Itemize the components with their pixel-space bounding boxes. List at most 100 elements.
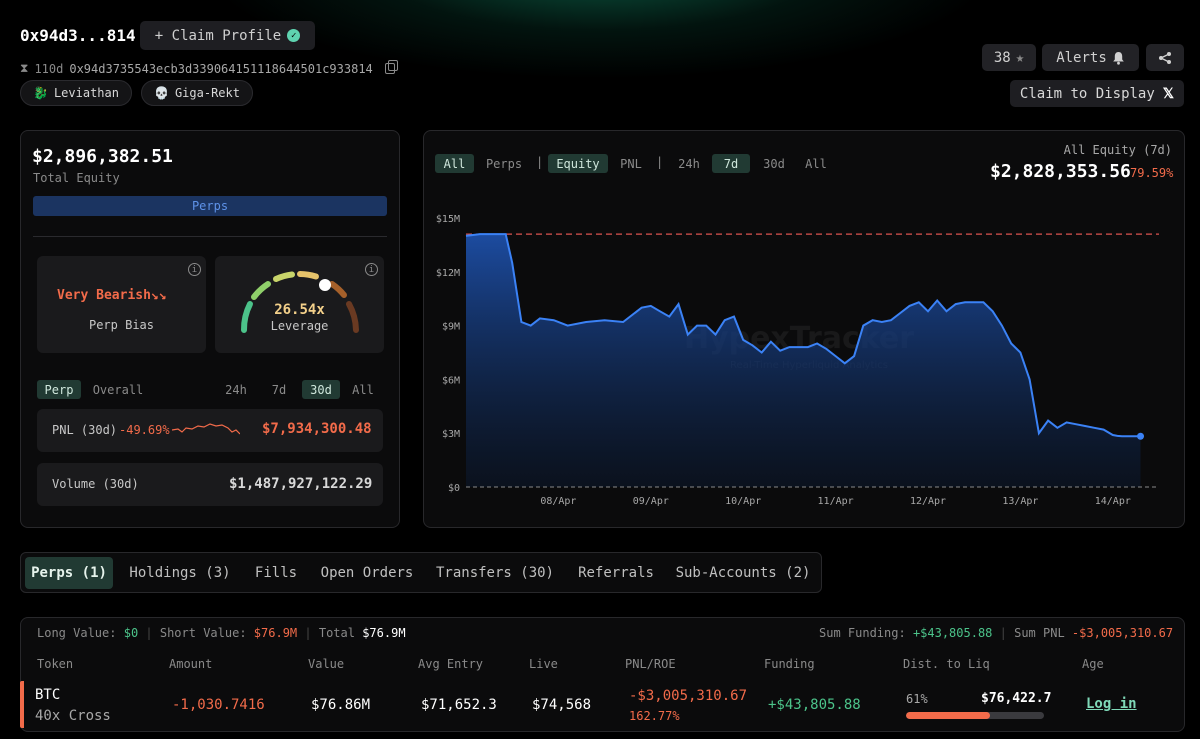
- wallet-address-full: 0x94d3735543ecb3d339064151118644501c9338…: [69, 61, 373, 76]
- equity-area: [466, 234, 1141, 487]
- pnl-label: PNL (30d): [52, 423, 118, 437]
- tab-fills[interactable]: Fills: [246, 557, 306, 589]
- tab-perps[interactable]: Perps (1): [25, 557, 113, 589]
- column-header[interactable]: Avg Entry: [418, 657, 483, 671]
- perp-bias-card: [37, 256, 206, 353]
- all-equity-label: All Equity (7d): [1063, 143, 1172, 157]
- x-tick-label: 09/Apr: [633, 496, 669, 507]
- dragon-icon: 🐉: [33, 86, 48, 100]
- tag-giga-rekt[interactable]: 💀 Giga-Rekt: [141, 80, 253, 106]
- y-tick-label: $3M: [442, 429, 460, 440]
- leverage-value: 26.54x: [274, 302, 325, 318]
- perp-bias-label: Perp Bias: [88, 318, 155, 332]
- claim-profile-label: + Claim Profile: [154, 27, 282, 44]
- verified-check-icon: ✓: [287, 29, 301, 42]
- range-tab-24h[interactable]: 24h: [221, 380, 251, 399]
- x-tick-label: 10/Apr: [725, 496, 761, 507]
- chart-filter-all[interactable]: All: [435, 154, 474, 173]
- x-tick-label: 14/Apr: [1095, 496, 1131, 507]
- scope-tab-overall[interactable]: Overall: [88, 380, 148, 399]
- scope-tab-perp[interactable]: Perp: [37, 380, 81, 399]
- claim-to-display-button[interactable]: Claim to Display 𝕏: [1010, 80, 1184, 107]
- token-symbol[interactable]: BTC: [35, 687, 60, 703]
- position-pnl: -$3,005,310.67: [629, 688, 748, 704]
- alerts-button[interactable]: Alerts: [1042, 44, 1139, 71]
- chart-filter-perps[interactable]: Perps: [482, 154, 526, 173]
- column-header[interactable]: Funding: [764, 657, 815, 671]
- star-count: 38: [993, 49, 1011, 66]
- column-header[interactable]: Dist. to Liq: [903, 657, 990, 671]
- alerts-label: Alerts: [1056, 49, 1107, 66]
- long-value-summary: Long Value: $0 | Short Value: $76.9M | T…: [37, 626, 406, 640]
- wallet-address-short: 0x94d3...814: [20, 26, 136, 45]
- tab-holdings[interactable]: Holdings (3): [122, 557, 238, 589]
- x-logo-icon: 𝕏: [1162, 85, 1175, 102]
- y-tick-label: $6M: [442, 375, 460, 386]
- tag-leviathan[interactable]: 🐉 Leviathan: [20, 80, 132, 106]
- wallet-age: 110d: [34, 61, 64, 76]
- y-tick-label: $9M: [442, 322, 460, 333]
- x-tick-label: 11/Apr: [818, 496, 854, 507]
- dist-to-liq-percent: 61%: [906, 692, 928, 706]
- x-tick-label: 08/Apr: [540, 496, 576, 507]
- volume-value: $1,487,927,122.29: [229, 476, 373, 492]
- short-position-marker: [20, 681, 24, 728]
- all-equity-percent: 79.59%: [1130, 166, 1174, 180]
- chart-range-all[interactable]: All: [801, 154, 831, 173]
- funding-pnl-summary: Sum Funding: +$43,805.88 | Sum PNL -$3,0…: [819, 626, 1174, 640]
- claim-profile-button[interactable]: + Claim Profile ✓: [140, 21, 315, 50]
- chart-filter-equity[interactable]: Equity: [548, 154, 608, 173]
- copy-icon[interactable]: [384, 60, 398, 74]
- chart-range-24h[interactable]: 24h: [674, 154, 704, 173]
- position-funding: +$43,805.88: [768, 697, 861, 713]
- tab-open-orders[interactable]: Open Orders: [313, 557, 421, 589]
- column-header[interactable]: Token: [37, 657, 73, 671]
- chart-range-7d[interactable]: 7d: [712, 154, 750, 173]
- info-icon[interactable]: i: [188, 263, 201, 276]
- claim-display-label: Claim to Display: [1019, 85, 1155, 102]
- column-header[interactable]: Live: [529, 657, 558, 671]
- position-amount: -1,030.7416: [172, 697, 265, 713]
- avg-entry: $71,652.3: [421, 697, 497, 713]
- volume-label: Volume (30d): [52, 477, 139, 491]
- chart-range-30d[interactable]: 30d: [757, 154, 791, 173]
- total-equity-label: Total Equity: [33, 171, 120, 185]
- pnl-sparkline: [172, 423, 240, 435]
- age-login-link[interactable]: Log in: [1086, 696, 1137, 712]
- tag-label: Giga-Rekt: [174, 86, 240, 100]
- position-value: $76.86M: [311, 697, 371, 713]
- skull-icon: 💀: [154, 86, 169, 100]
- share-button[interactable]: [1146, 44, 1184, 71]
- all-equity-value: $2,828,353.56: [990, 161, 1131, 182]
- column-header[interactable]: PNL/ROE: [625, 657, 676, 671]
- column-header[interactable]: Amount: [169, 657, 212, 671]
- pnl-value: $7,934,300.48: [262, 421, 372, 437]
- column-header[interactable]: Age: [1082, 657, 1104, 671]
- chart-filter-pnl[interactable]: PNL: [615, 154, 647, 173]
- star-count-button[interactable]: 38 ★: [982, 44, 1036, 71]
- y-tick-label: $15M: [436, 214, 460, 225]
- address-meta: ⧗ 110d 0x94d3735543ecb3d3390641511186445…: [20, 60, 398, 76]
- y-tick-label: $0: [448, 483, 460, 494]
- divider: [33, 236, 387, 237]
- token-mode: 40x Cross: [35, 708, 111, 724]
- separator: |: [536, 155, 544, 169]
- star-icon: ★: [1015, 49, 1025, 66]
- separator: |: [656, 155, 664, 169]
- range-tab-30d[interactable]: 30d: [302, 380, 340, 399]
- equity-end-point: [1137, 432, 1145, 440]
- tab-sub-accounts[interactable]: Sub-Accounts (2): [670, 557, 816, 589]
- equity-chart: $0 $3M $6M $9M $12M $15M 08/Apr 09/Apr 10/Apr 11…: [436, 214, 1159, 507]
- dist-to-liq-fill: [906, 712, 991, 719]
- dist-to-liq-bar: [906, 712, 1044, 719]
- tab-referrals[interactable]: Referrals: [570, 557, 662, 589]
- column-header[interactable]: Value: [308, 657, 344, 671]
- tab-transfers[interactable]: Transfers (30): [429, 557, 561, 589]
- share-icon: [1159, 51, 1171, 64]
- perps-allocation-bar: Perps: [33, 196, 387, 216]
- liquidation-price: $76,422.7: [981, 691, 1052, 706]
- live-price: $74,568: [532, 697, 592, 713]
- range-tab-all[interactable]: All: [348, 380, 378, 399]
- hourglass-icon: ⧗: [20, 61, 29, 75]
- range-tab-7d[interactable]: 7d: [265, 380, 293, 399]
